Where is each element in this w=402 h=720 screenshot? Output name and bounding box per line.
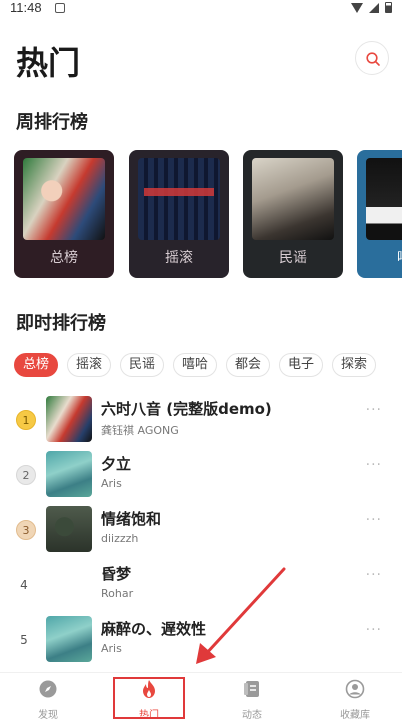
tab-label: 收藏库 [340, 710, 370, 720]
song-title: 情绪饱和 [101, 510, 162, 528]
song-cover [46, 616, 92, 662]
weekly-card-cover [23, 158, 105, 240]
song-cover [46, 451, 92, 497]
more-options-icon[interactable]: ··· [366, 457, 382, 473]
rank-badge: 1 [16, 410, 36, 430]
song-artist: 龚钰祺 AGONG [101, 424, 179, 437]
tab-library[interactable]: 收藏库 [325, 679, 385, 720]
bottom-tab-bar: 发现 热门 动态 收藏库 [0, 672, 402, 720]
weekly-card-overall[interactable]: 总榜 [14, 150, 114, 278]
chip-explore[interactable]: 探索 [332, 353, 377, 377]
song-row[interactable]: 4 昏梦 Rohar ··· [0, 557, 402, 611]
song-row[interactable]: 1 六时八音 (完整版demo) 龚钰祺 AGONG ··· [0, 392, 402, 446]
song-title: 昏梦 [101, 565, 132, 583]
wifi-icon [351, 2, 363, 13]
tab-label: 动态 [242, 710, 262, 720]
status-bar: 11:48 [0, 0, 402, 16]
tab-label: 发现 [38, 710, 58, 720]
feed-icon [244, 681, 259, 697]
signal-icon [369, 2, 379, 13]
instant-chart-title: 即时排行榜 [16, 313, 106, 334]
song-title: 六时八音 (完整版demo) [101, 400, 272, 418]
weekly-chart-title: 周排行榜 [16, 112, 88, 133]
weekly-card-label: 嘻 [397, 247, 402, 267]
weekly-card-hiphop[interactable]: 嘻 [357, 150, 402, 278]
more-options-icon[interactable]: ··· [366, 567, 382, 583]
weekly-card-label: 总榜 [50, 250, 78, 266]
weekly-card-folk[interactable]: 民谣 [243, 150, 343, 278]
weekly-card-label: 摇滚 [165, 250, 193, 266]
song-artist: Aris [101, 642, 122, 655]
tab-discover[interactable]: 发现 [18, 679, 78, 720]
page-title: 热门 [16, 44, 81, 82]
chip-electronic[interactable]: 电子 [279, 353, 324, 377]
weekly-card-label: 民谣 [279, 250, 307, 266]
song-title: 夕立 [101, 455, 132, 473]
song-cover [46, 561, 92, 607]
song-row[interactable]: 2 夕立 Aris ··· [0, 447, 402, 501]
more-options-icon[interactable]: ··· [366, 512, 382, 528]
song-cover [46, 506, 92, 552]
battery-icon [385, 2, 392, 13]
library-icon [345, 679, 365, 699]
song-artist: diizzzh [101, 532, 139, 545]
status-time: 11:48 [10, 0, 42, 15]
chip-hiphop[interactable]: 嘻哈 [173, 353, 218, 377]
song-row[interactable]: 5 麻醉の、遅效性 Aris ··· [0, 612, 402, 666]
song-title: 麻醉の、遅效性 [101, 620, 207, 638]
search-icon [366, 52, 380, 66]
song-cover [46, 396, 92, 442]
more-options-icon[interactable]: ··· [366, 402, 382, 418]
chip-overall[interactable]: 总榜 [14, 353, 59, 377]
weekly-card-rock[interactable]: 摇滚 [129, 150, 229, 278]
compass-icon [39, 680, 57, 698]
annotation-highlight-box [113, 677, 185, 719]
rank-badge: 3 [16, 520, 36, 540]
search-button[interactable] [355, 41, 389, 75]
rank-badge: 2 [16, 465, 36, 485]
song-row[interactable]: 3 情绪饱和 diizzzh ··· [0, 502, 402, 556]
song-artist: Aris [101, 477, 122, 490]
weekly-chart-carousel[interactable]: 总榜 摇滚 民谣 嘻 [14, 150, 402, 278]
rank-number: 4 [20, 578, 28, 592]
weekly-card-cover [138, 158, 220, 240]
rank-number: 5 [20, 633, 28, 647]
chip-folk[interactable]: 民谣 [120, 353, 165, 377]
notification-icon [55, 3, 65, 13]
system-icons [351, 2, 392, 13]
tab-feed[interactable]: 动态 [222, 679, 282, 720]
song-artist: Rohar [101, 587, 134, 600]
chip-rock[interactable]: 摇滚 [67, 353, 112, 377]
weekly-card-cover [252, 158, 334, 240]
more-options-icon[interactable]: ··· [366, 622, 382, 638]
weekly-card-cover [366, 158, 402, 240]
chip-urban[interactable]: 都会 [226, 353, 271, 377]
